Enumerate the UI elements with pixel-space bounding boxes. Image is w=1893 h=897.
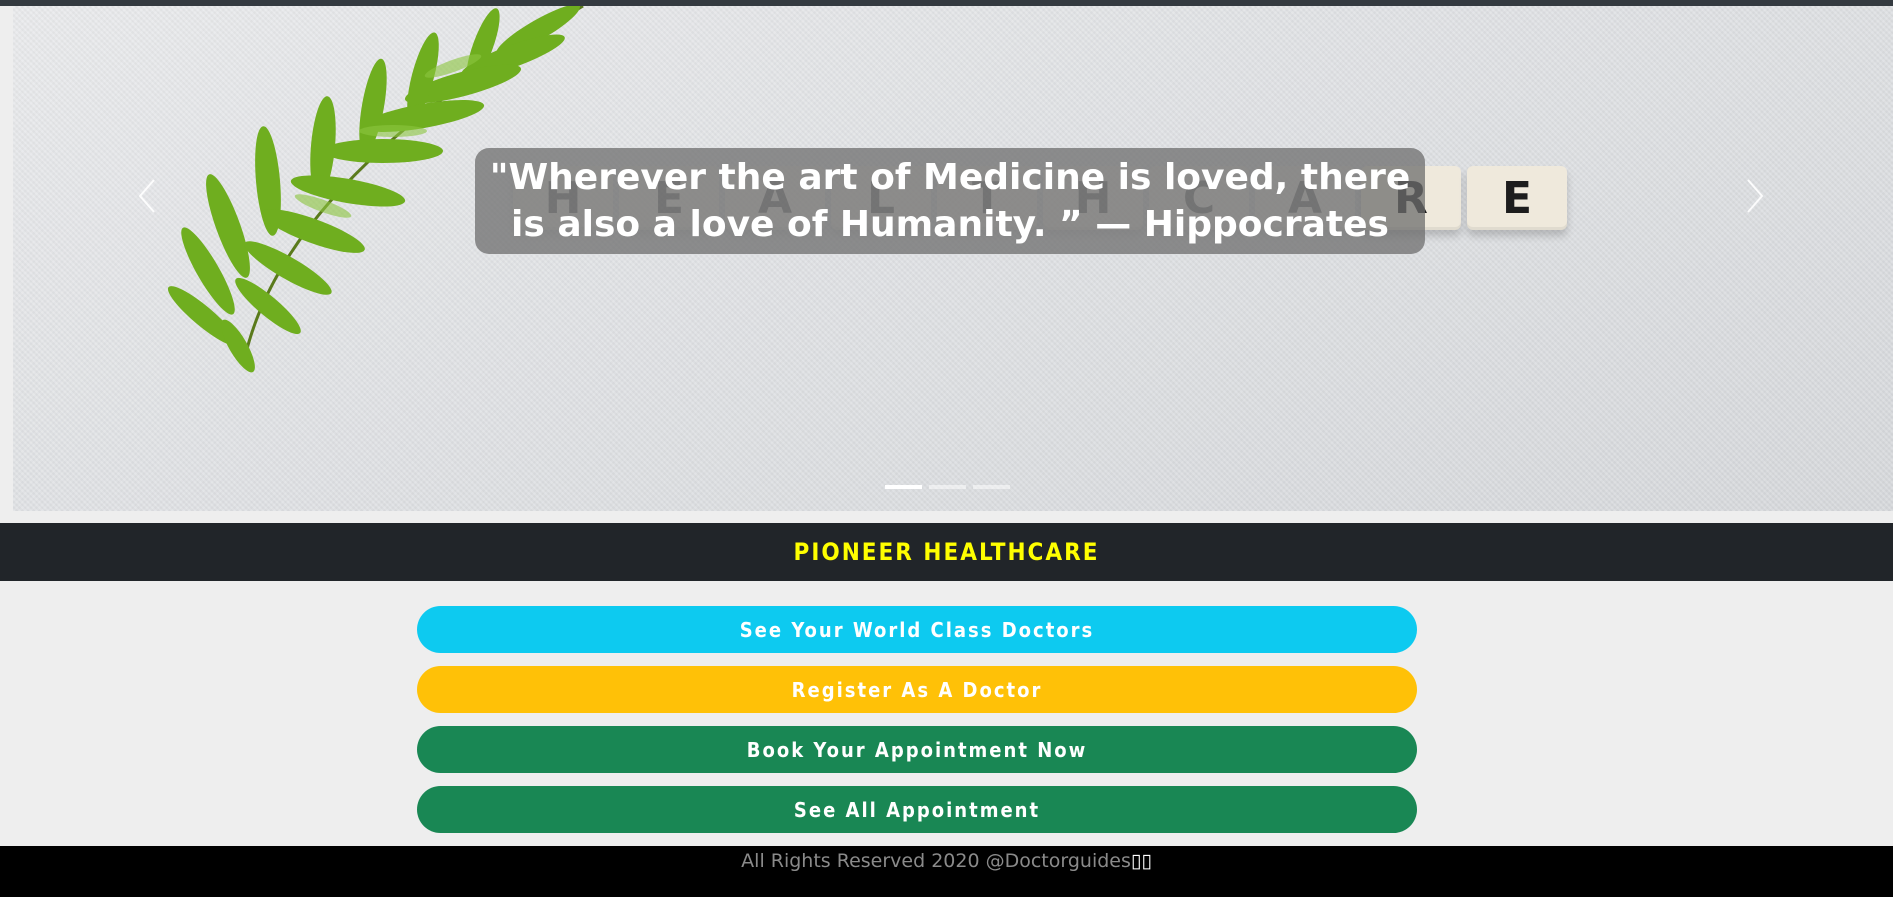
carousel-indicator-3[interactable] <box>973 485 1010 489</box>
hero-carousel: H E A L T H C A R E "Wherever the art of… <box>13 6 1893 511</box>
see-doctors-label: See Your World Class Doctors <box>739 617 1095 642</box>
carousel-indicator-2[interactable] <box>929 485 966 489</box>
tile: E <box>1467 166 1567 230</box>
register-doctor-label: Register As A Doctor <box>791 677 1043 702</box>
footer-glyphs: ▯▯ <box>1130 850 1152 872</box>
footer: All Rights Reserved 2020 @Doctorguides▯▯ <box>0 846 1893 897</box>
book-appointment-button[interactable]: Book Your Appointment Now <box>417 726 1417 773</box>
carousel-prev-button[interactable] <box>126 166 166 226</box>
chevron-left-icon <box>138 179 155 213</box>
see-all-appointment-label: See All Appointment <box>793 797 1041 822</box>
carousel-indicators <box>885 485 1010 489</box>
carousel-caption: "Wherever the art of Medicine is loved, … <box>475 148 1425 254</box>
footer-text: All Rights Reserved 2020 @Doctorguides▯▯ <box>741 850 1152 872</box>
book-appointment-label: Book Your Appointment Now <box>746 737 1088 762</box>
register-doctor-button[interactable]: Register As A Doctor <box>417 666 1417 713</box>
brand-title: PIONEER HEALTHCARE <box>793 538 1100 566</box>
see-doctors-button[interactable]: See Your World Class Doctors <box>417 606 1417 653</box>
carousel-indicator-1[interactable] <box>885 485 922 489</box>
copyright-text: All Rights Reserved 2020 @Doctorguides <box>741 850 1131 872</box>
caption-text: "Wherever the art of Medicine is loved, … <box>489 157 1411 245</box>
see-all-appointment-button[interactable]: See All Appointment <box>417 786 1417 833</box>
brand-bar: PIONEER HEALTHCARE <box>0 523 1893 581</box>
chevron-right-icon <box>1747 179 1764 213</box>
carousel-next-button[interactable] <box>1736 166 1776 226</box>
